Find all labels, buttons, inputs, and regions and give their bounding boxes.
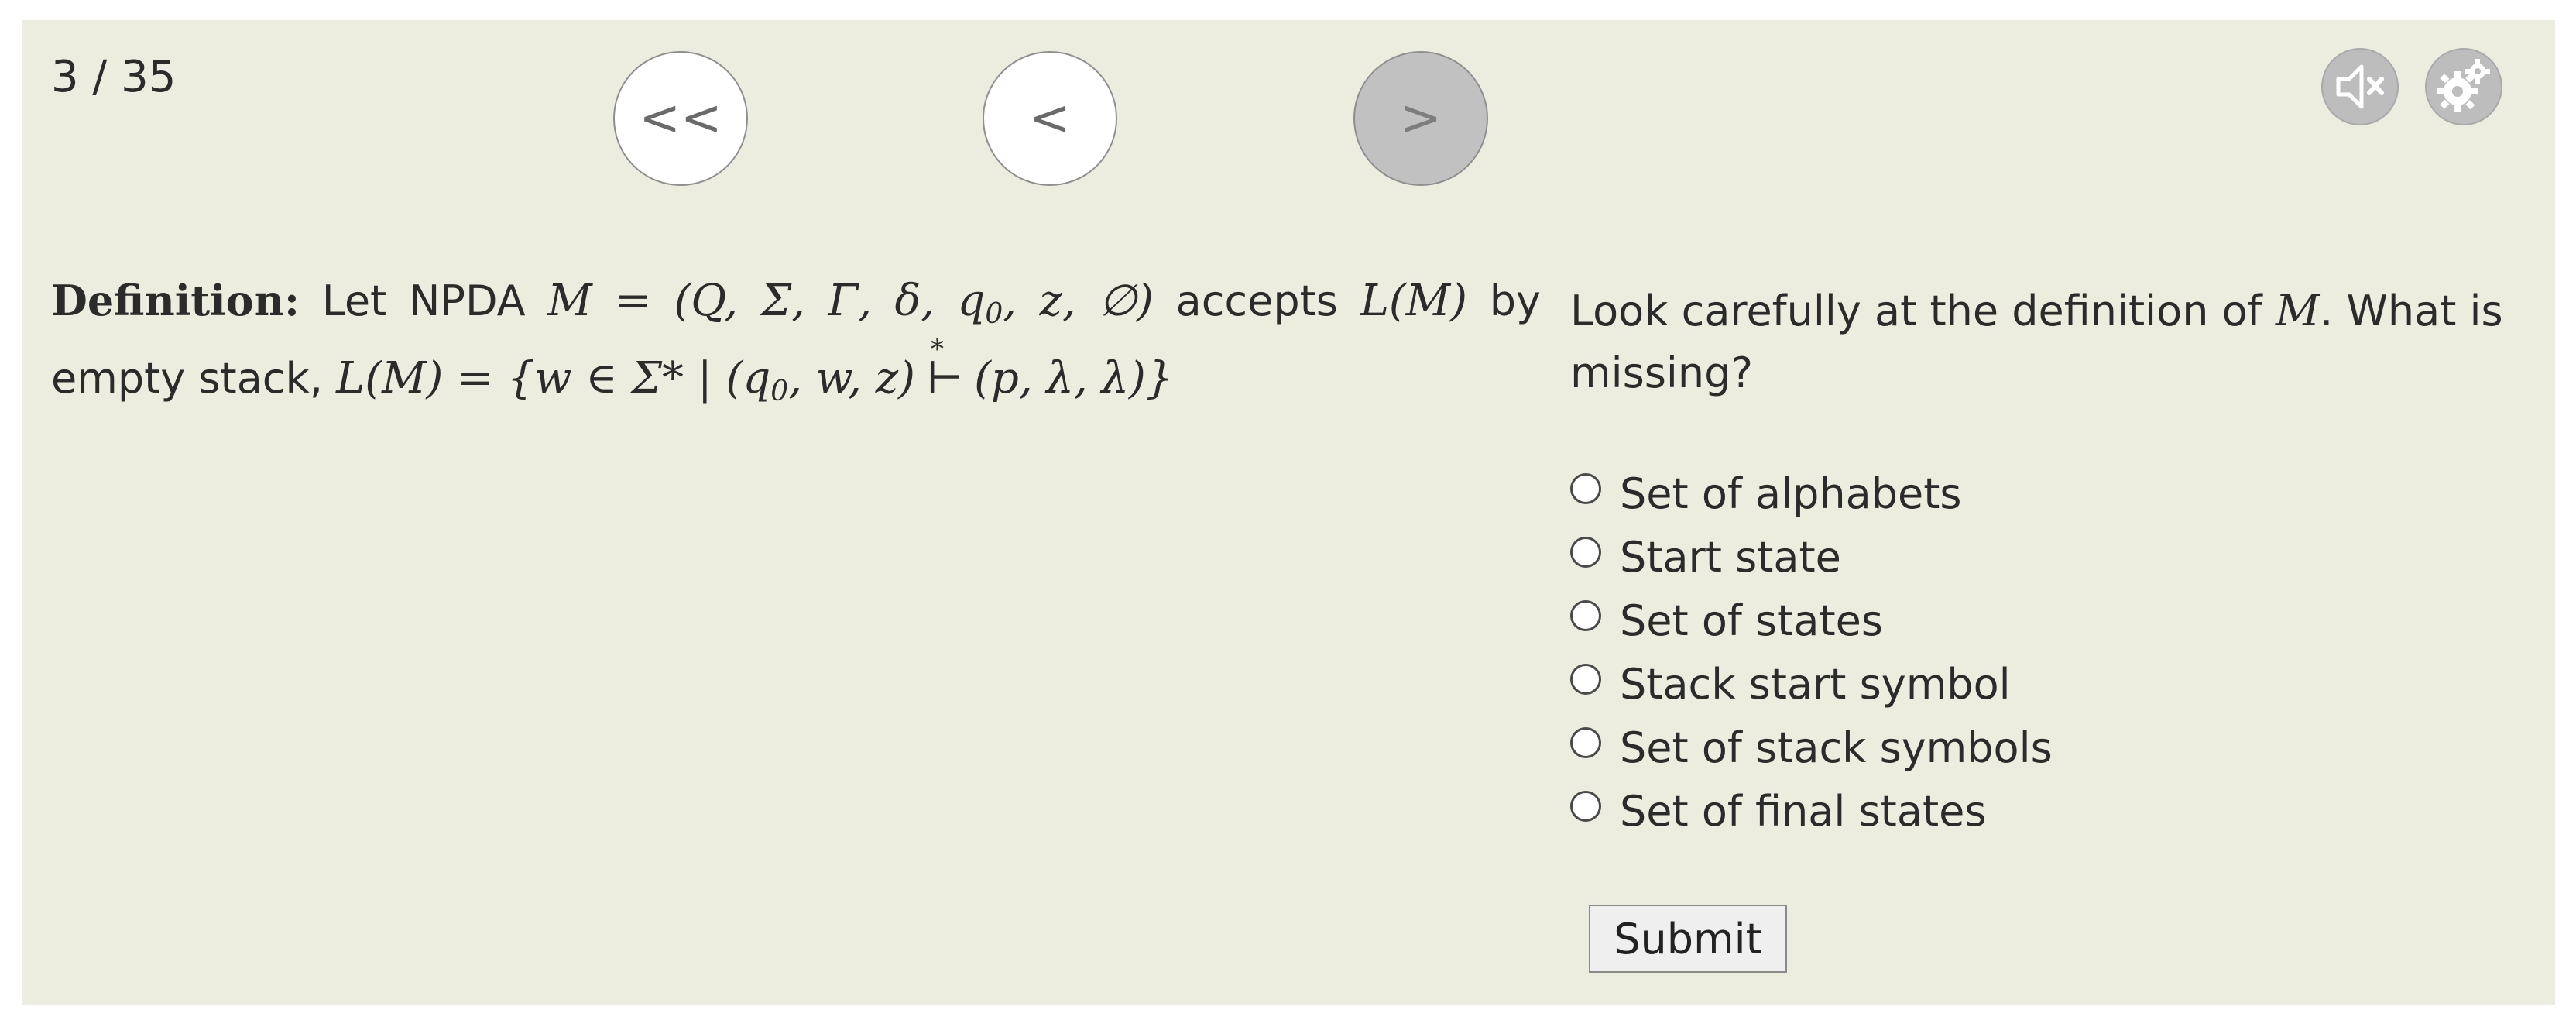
question-before: Look carefully at the definition of [1570, 287, 2262, 335]
speaker-muted-icon [2336, 64, 2384, 109]
option-label: Set of stack symbols [1620, 723, 2053, 772]
turnstile-star: * [930, 334, 944, 365]
radio-button[interactable] [1570, 664, 1601, 695]
option-stack-start-symbol[interactable]: Stack start symbol [1570, 652, 2053, 716]
option-label: Start state [1620, 532, 1841, 582]
set-start: L(M) = {w ∈ Σ* | (q [336, 353, 771, 404]
submit-button[interactable]: Submit [1589, 905, 1787, 973]
set-middle: , w, z) [788, 353, 915, 404]
option-label: Set of alphabets [1620, 469, 1962, 518]
previous-slide-button[interactable]: < [983, 51, 1117, 186]
definition-text: Definition: Let NPDA M = (Q, Σ, Γ, δ, q0… [51, 262, 1541, 417]
question-text: Look carefully at the definition of M. W… [1570, 280, 2554, 404]
first-slide-button[interactable]: << [613, 51, 748, 186]
definition-text-1: Let NPDA [321, 276, 526, 325]
settings-button[interactable] [2425, 48, 2502, 125]
quiz-panel: 3 / 35 << < > Definition: Let NPDA M = (… [22, 20, 2555, 1005]
option-set-of-final-states[interactable]: Set of final states [1570, 779, 2053, 843]
radio-button[interactable] [1570, 537, 1601, 568]
answer-options: Set of alphabets Start state Set of stat… [1570, 462, 2053, 843]
option-label: Set of final states [1620, 786, 1987, 836]
tuple-end: , z, ∅) [1003, 276, 1154, 326]
set-end: (p, λ, λ)} [974, 353, 1174, 404]
turnstile-symbol: * ⊢ [926, 334, 963, 417]
radio-button[interactable] [1570, 791, 1601, 822]
definition-label: Definition: [51, 276, 300, 325]
language-set: L(M) = {w ∈ Σ* | (q0, w, z) * ⊢ (p, λ, λ)} [336, 334, 1174, 407]
mute-button[interactable] [2321, 48, 2399, 125]
option-set-of-stack-symbols[interactable]: Set of stack symbols [1570, 716, 2053, 779]
gear-icon [2437, 59, 2490, 112]
definition-text-2: accepts [1175, 276, 1338, 325]
tuple-subscript: 0 [985, 298, 1003, 330]
question-symbol: M [2275, 286, 2320, 336]
next-slide-button[interactable]: > [1353, 51, 1488, 186]
option-set-of-states[interactable]: Set of states [1570, 589, 2053, 652]
tuple-main: M = (Q, Σ, Γ, δ, q [547, 276, 986, 326]
set-subscript: 0 [770, 376, 789, 407]
option-start-state[interactable]: Start state [1570, 525, 2053, 589]
radio-button[interactable] [1570, 727, 1601, 758]
radio-button[interactable] [1570, 600, 1601, 631]
language-symbol: L(M) [1360, 276, 1467, 326]
npda-tuple: M = (Q, Σ, Γ, δ, q0, z, ∅) [547, 276, 1154, 328]
option-set-of-alphabets[interactable]: Set of alphabets [1570, 462, 2053, 525]
radio-button[interactable] [1570, 473, 1601, 504]
option-label: Set of states [1620, 596, 1883, 645]
option-label: Stack start symbol [1620, 659, 2011, 709]
slide-counter: 3 / 35 [51, 52, 177, 102]
